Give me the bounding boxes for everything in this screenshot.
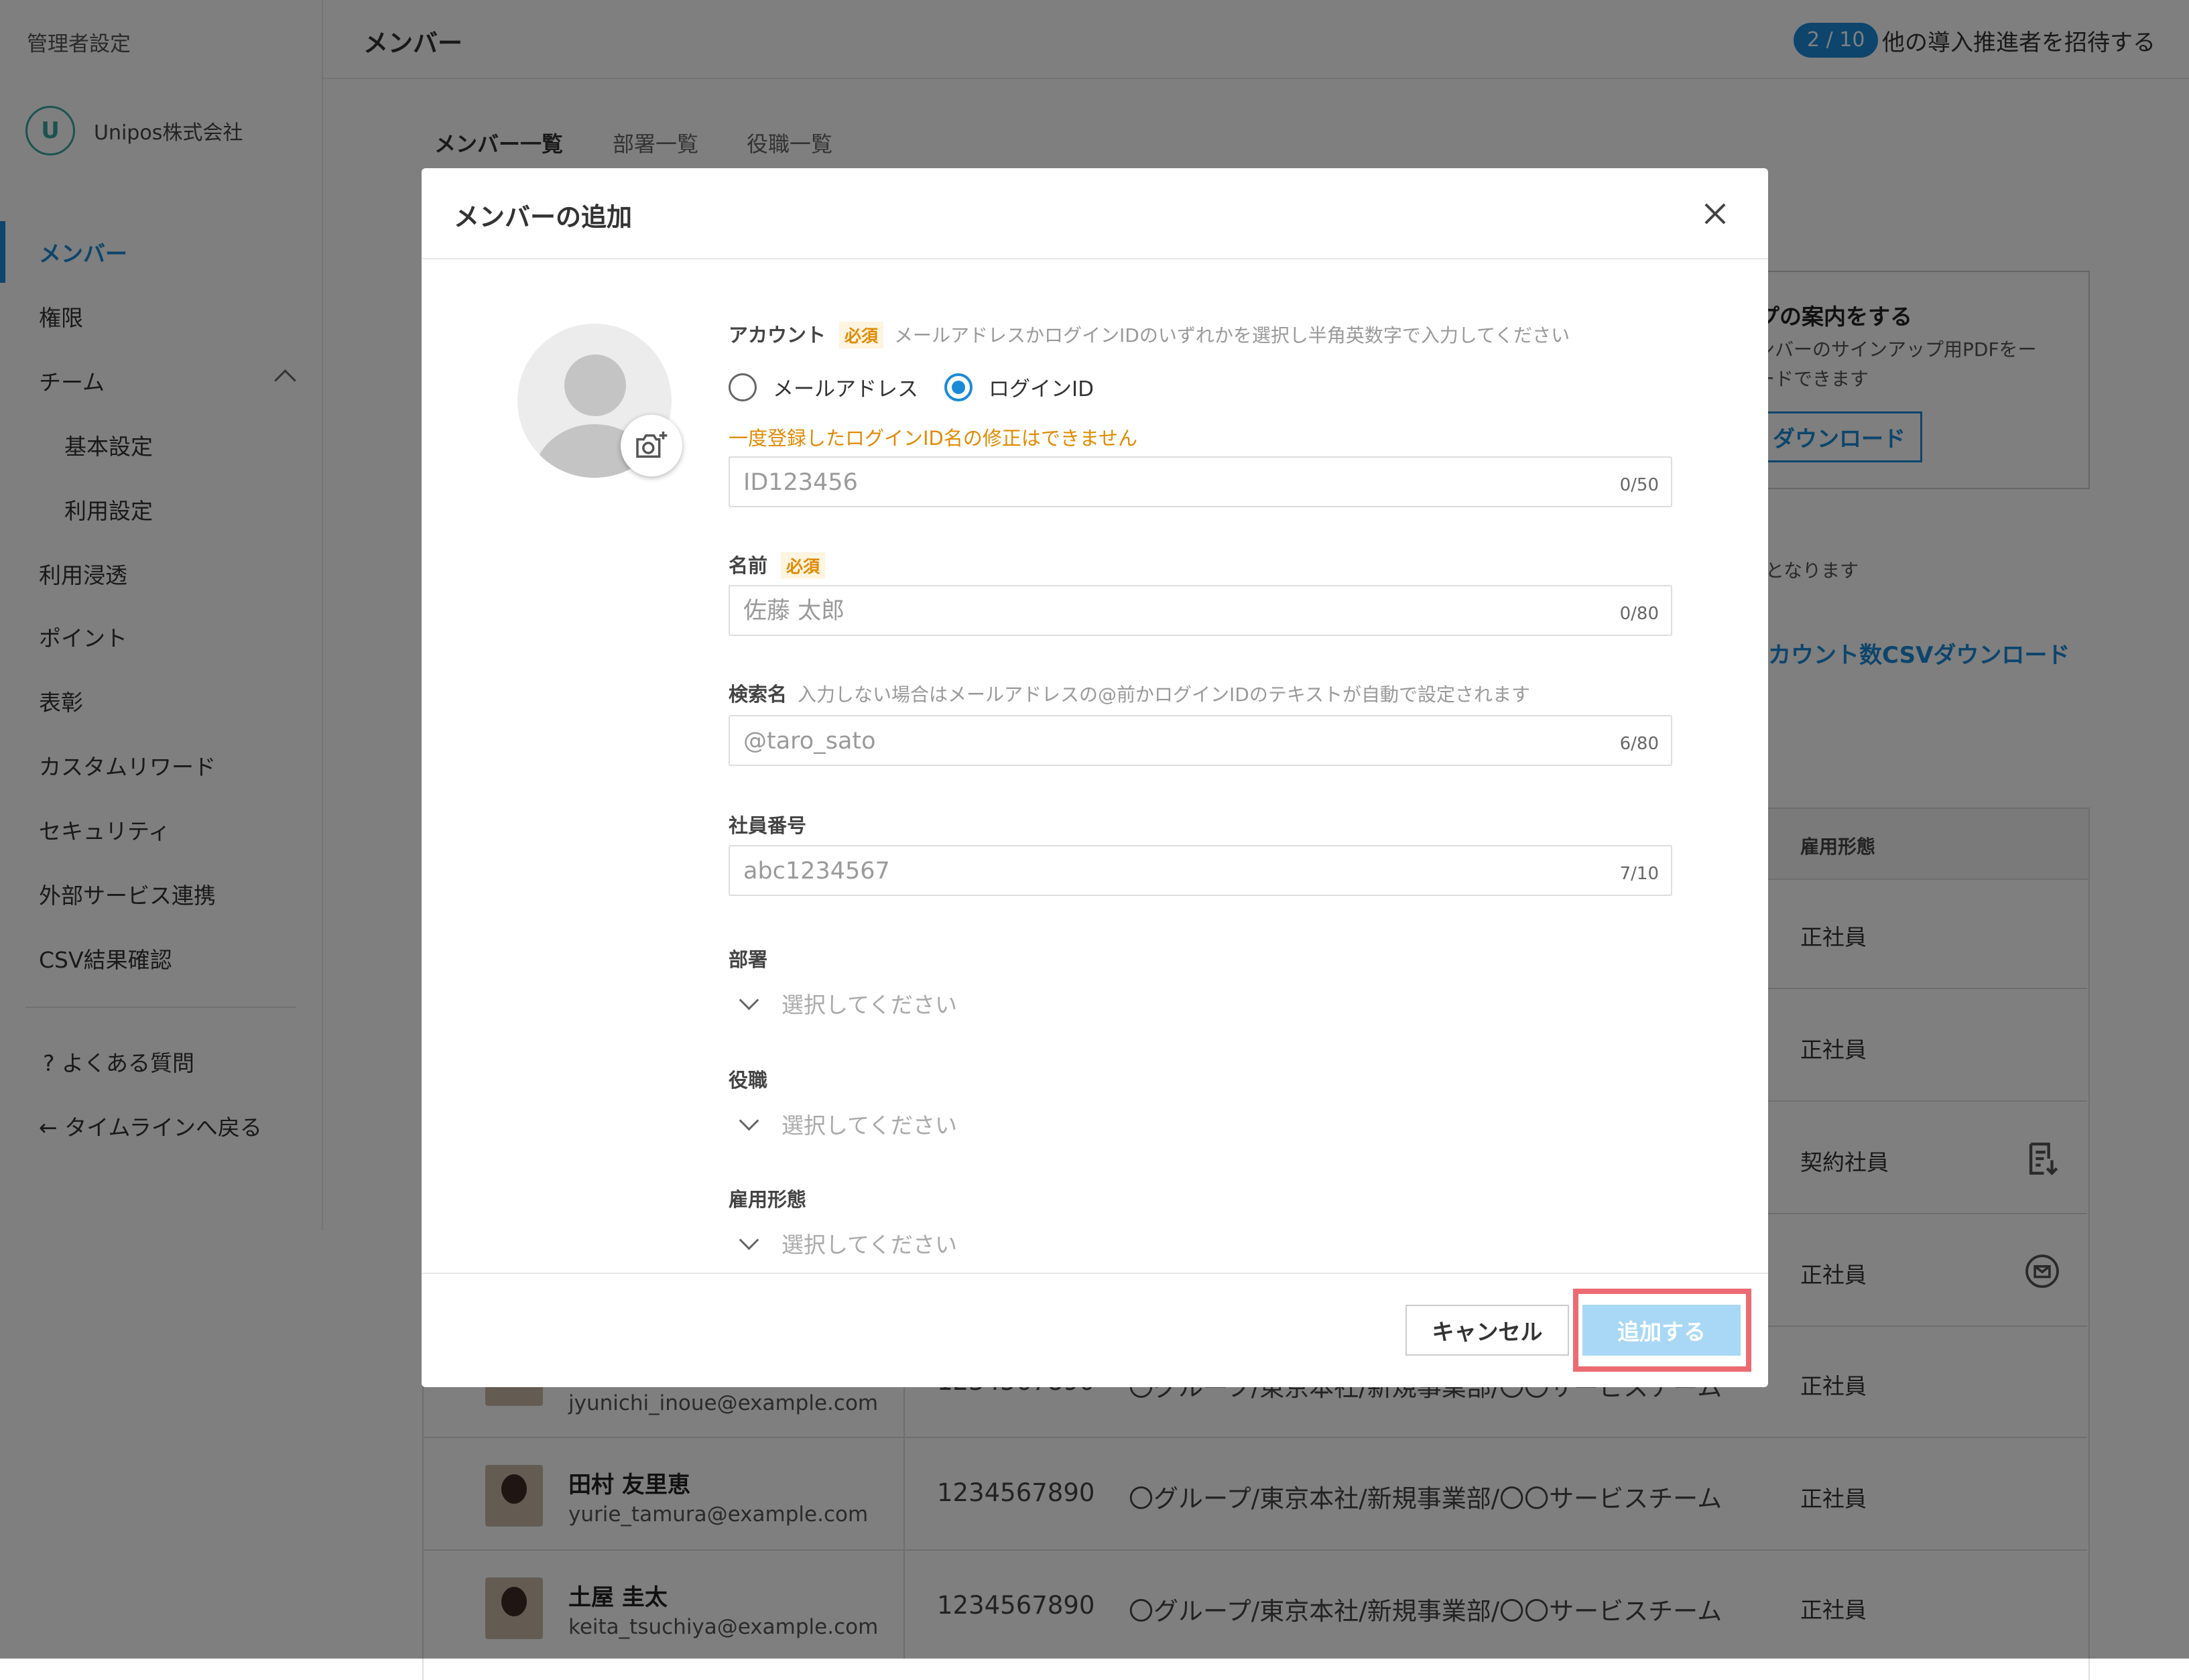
employment-label: 雇用形態 [729, 1188, 807, 1211]
camera-icon[interactable] [621, 415, 682, 476]
required-badge: 必須 [781, 552, 826, 579]
radio-email-label: メールアドレス [773, 377, 918, 401]
radio-login-id-label: ログインID [989, 377, 1094, 401]
search-name-label-row: 検索名 入力しない場合はメールアドレスの@前かログインIDのテキストが自動で設定さ… [729, 679, 1530, 707]
radio-login-id[interactable]: ログインID [944, 372, 1094, 402]
highlight-box [1573, 1289, 1751, 1372]
employee-no-field: 7/10 [729, 845, 1672, 896]
search-name-input[interactable] [742, 716, 1562, 766]
login-id-warning: 一度登録したログインID名の修正はできません [729, 427, 1138, 450]
chevron-down-icon [739, 1230, 759, 1250]
account-hint: メールアドレスかログインIDのいずれかを選択し半角英数字で入力してください [894, 324, 1570, 346]
employee-no-label: 社員番号 [729, 814, 807, 837]
required-badge: 必須 [839, 322, 884, 348]
dialog-header: メンバーの追加 [422, 168, 1768, 259]
name-input[interactable] [742, 586, 1562, 636]
name-label: 名前 [729, 554, 768, 577]
login-id-input[interactable] [742, 458, 1562, 507]
department-value: 選択してください [781, 992, 958, 1018]
account-label-row: アカウント 必須 メールアドレスかログインIDのいずれかを選択し半角英数字で入力して… [729, 320, 1570, 348]
employment-select[interactable]: 選択してください [739, 1227, 958, 1259]
char-counter: 6/80 [1619, 734, 1659, 754]
name-label-row: 名前 必須 [729, 550, 826, 579]
char-counter: 0/50 [1619, 475, 1659, 495]
close-icon[interactable] [1699, 198, 1731, 230]
employment-value: 選択してください [781, 1232, 958, 1258]
search-name-label: 検索名 [729, 683, 788, 706]
search-name-hint: 入力しない場合はメールアドレスの@前かログインIDのテキストが自動で設定されます [798, 684, 1530, 706]
position-select[interactable]: 選択してください [739, 1108, 958, 1140]
char-counter: 7/10 [1619, 864, 1659, 884]
account-label: アカウント [729, 324, 826, 346]
chevron-down-icon [739, 1110, 759, 1130]
name-field: 0/80 [729, 585, 1672, 636]
radio-email[interactable]: メールアドレス [729, 372, 918, 402]
radio-circle [729, 373, 757, 401]
cancel-button[interactable]: キャンセル [1405, 1305, 1569, 1356]
position-value: 選択してください [781, 1112, 958, 1139]
department-label: 部署 [729, 948, 768, 971]
add-member-dialog: メンバーの追加 アカウント 必須 メールアドレスかログインIDのいずれかを選択し半角… [422, 168, 1768, 1387]
dialog-title: メンバーの追加 [454, 202, 633, 232]
position-label: 役職 [729, 1069, 768, 1092]
chevron-down-icon [739, 990, 759, 1010]
search-name-field: 6/80 [729, 715, 1672, 766]
char-counter: 0/80 [1619, 604, 1659, 624]
department-select[interactable]: 選択してください [739, 987, 958, 1019]
login-id-field: 0/50 [729, 456, 1672, 507]
employee-no-input[interactable] [742, 846, 1562, 896]
radio-circle-selected [944, 373, 973, 401]
